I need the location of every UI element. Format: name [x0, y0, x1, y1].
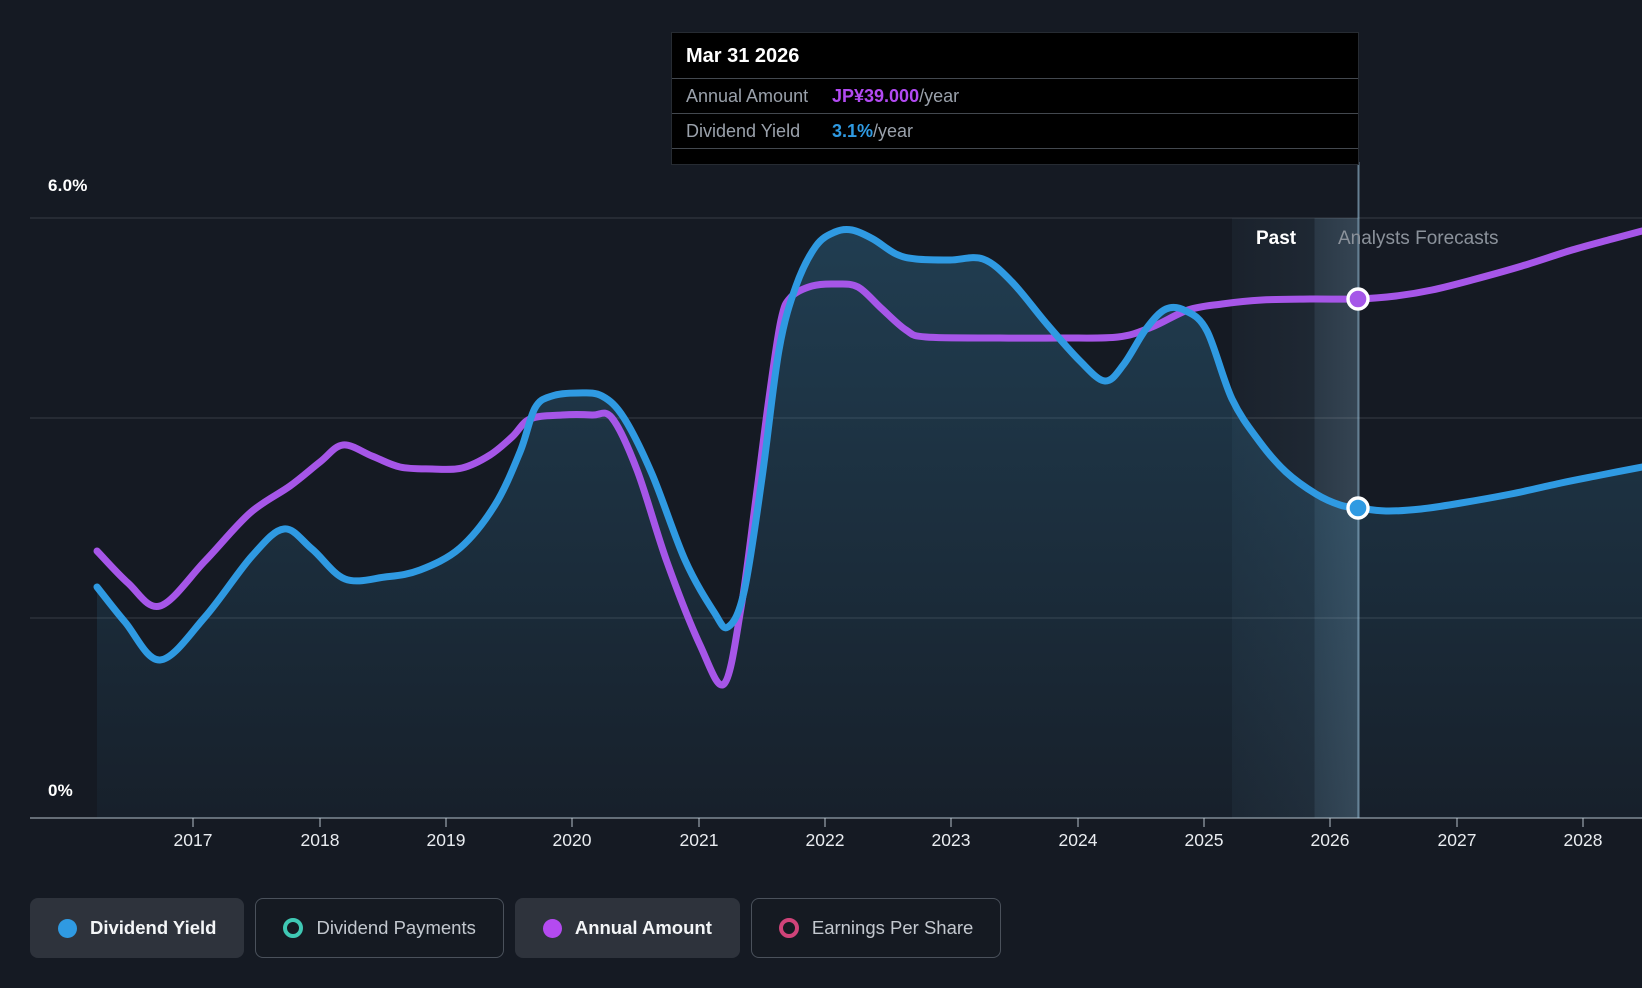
x-tick-label-2025: 2025 — [1184, 830, 1224, 850]
tooltip-value-annual-amount: JP¥39.000 — [832, 85, 920, 106]
x-tick-label-2018: 2018 — [300, 830, 340, 850]
x-tick-label-2028: 2028 — [1563, 830, 1603, 850]
x-tick-label-2020: 2020 — [552, 830, 592, 850]
tooltip-label-dividend-yield: Dividend Yield — [686, 120, 801, 141]
analysts-forecast-label: Analysts Forecasts — [1338, 228, 1499, 249]
series-legend: Dividend Yield Dividend Payments Annual Am… — [30, 898, 1002, 958]
legend-label-dividend-payments: Dividend Payments — [316, 917, 476, 938]
earnings-per-share-series-marker-icon — [778, 918, 799, 938]
tooltip-value-dividend-yield: 3.1% — [832, 120, 874, 141]
x-tick-label-2022: 2022 — [805, 830, 845, 850]
tooltip-suffix-dividend-yield: /year — [873, 120, 914, 141]
tooltip-spacer — [672, 149, 1358, 164]
dividend-yield-series-marker-icon — [58, 918, 77, 938]
legend-button-earnings-per-share[interactable]: Earnings Per Share — [750, 898, 1002, 958]
x-tick-label-2019: 2019 — [426, 830, 466, 850]
chart-tooltip: Mar 31 2026 Annual Amount JP¥39.000 /yea… — [671, 32, 1359, 165]
x-tick-label-2026: 2026 — [1310, 830, 1350, 850]
dividend-chart-page: 6.0% 0% 2017 2018 2019 2020 2021 2022 2023 2024… — [0, 0, 1642, 988]
x-tick-label-2024: 2024 — [1058, 830, 1098, 850]
x-tick-label-2017: 2017 — [173, 830, 213, 850]
tooltip-row-annual-amount: Annual Amount JP¥39.000 /year — [672, 79, 1358, 114]
legend-button-dividend-yield[interactable]: Dividend Yield — [30, 898, 245, 958]
dividend-yield-area — [97, 229, 1642, 818]
tooltip-date: Mar 31 2026 — [672, 33, 1358, 79]
tooltip-row-dividend-yield: Dividend Yield 3.1% /year — [672, 114, 1358, 149]
y-axis-min-label: 0% — [48, 781, 73, 800]
tooltip-suffix-annual-amount: /year — [919, 85, 960, 106]
legend-label-dividend-yield: Dividend Yield — [90, 917, 217, 938]
y-axis-max-label: 6.0% — [48, 176, 88, 195]
tooltip-label-annual-amount: Annual Amount — [686, 85, 809, 106]
dividend-payments-series-marker-icon — [283, 918, 304, 938]
legend-label-annual-amount: Annual Amount — [574, 917, 712, 938]
past-label: Past — [1256, 228, 1297, 249]
legend-button-dividend-payments[interactable]: Dividend Payments — [255, 898, 504, 958]
x-tick-label-2021: 2021 — [679, 830, 719, 850]
x-tick-label-2023: 2023 — [931, 830, 971, 850]
legend-button-annual-amount[interactable]: Annual Amount — [514, 898, 740, 958]
annual-amount-series-marker-icon — [542, 918, 562, 938]
x-tick-label-2027: 2027 — [1437, 830, 1477, 850]
legend-label-earnings-per-share: Earnings Per Share — [811, 917, 974, 938]
